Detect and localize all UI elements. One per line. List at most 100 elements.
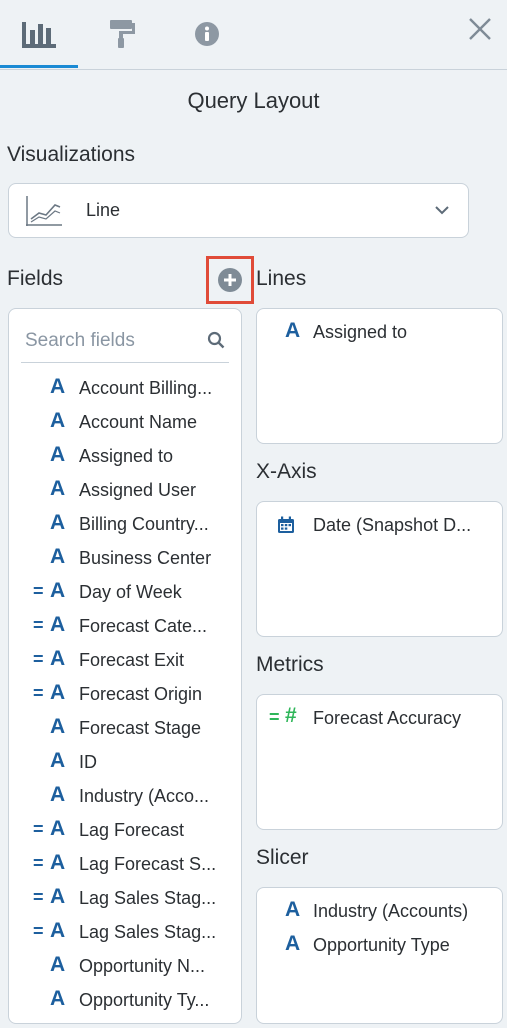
field-label: Forecast Stage <box>79 717 202 738</box>
fields-panel: A Account Billing... A Account Name A Assigne… <box>8 308 242 1024</box>
field-label: Lag Sales Stag... <box>79 921 217 942</box>
lines-drop-zone[interactable]: A Assigned to <box>256 308 503 444</box>
field-list-item[interactable]: = A Forecast Cate... <box>9 609 241 643</box>
text-type-icon: A <box>50 647 66 670</box>
metrics-label: Metrics <box>256 653 324 676</box>
field-label: Billing Country... <box>79 513 209 534</box>
calculated-icon: = <box>269 707 280 727</box>
calculated-icon: = <box>33 853 44 873</box>
panel-tab-bar <box>0 0 507 70</box>
field-label: Business Center <box>79 547 212 568</box>
search-icon[interactable] <box>207 331 225 349</box>
lines-zone-item[interactable]: A Assigned to <box>257 317 504 347</box>
field-list-item[interactable]: A Account Billing... <box>9 371 241 405</box>
field-list-item[interactable]: = A Forecast Exit <box>9 643 241 677</box>
calculated-icon: = <box>33 887 44 907</box>
zone-item-label: Opportunity Type <box>313 934 450 955</box>
field-list-item[interactable]: = A Lag Sales Stag... <box>9 915 241 949</box>
zone-item-label: Forecast Accuracy <box>313 707 462 728</box>
field-list: A Account Billing... A Account Name A Assigne… <box>9 371 241 1017</box>
x-axis-label: X-Axis <box>256 460 317 483</box>
text-type-icon: A <box>50 613 66 636</box>
bar-chart-icon <box>22 22 56 48</box>
calculated-icon: = <box>33 581 44 601</box>
field-label: Day of Week <box>79 581 182 602</box>
field-list-item[interactable]: A Forecast Stage <box>9 711 241 745</box>
plus-circle-icon <box>218 268 242 292</box>
slicer-drop-zone[interactable]: A Industry (Accounts) A Opportunity Type <box>256 887 503 1024</box>
field-list-item[interactable]: = A Lag Forecast S... <box>9 847 241 881</box>
calculated-icon: = <box>33 683 44 703</box>
info-icon <box>195 22 219 46</box>
page-title: Query Layout <box>187 88 320 113</box>
lines-label: Lines <box>256 267 307 290</box>
field-list-item[interactable]: A Billing Country... <box>9 507 241 541</box>
field-label: ID <box>79 751 97 772</box>
field-list-item[interactable]: = A Lag Forecast <box>9 813 241 847</box>
text-type-icon: A <box>50 749 66 772</box>
slicer-zone-item[interactable]: A Industry (Accounts) <box>257 896 504 926</box>
calculated-icon: = <box>33 649 44 669</box>
text-type-icon: A <box>50 783 66 806</box>
close-button[interactable] <box>465 14 495 44</box>
field-list-item[interactable]: A ID <box>9 745 241 779</box>
visualization-select[interactable]: Line <box>8 183 469 238</box>
field-label: Opportunity Ty... <box>79 989 210 1010</box>
slicer-label: Slicer <box>256 846 309 869</box>
text-type-icon: A <box>50 477 66 500</box>
field-label: Assigned User <box>79 479 197 500</box>
fields-label: Fields <box>7 267 64 290</box>
search-input[interactable] <box>21 329 191 352</box>
text-type-icon: A <box>50 953 66 976</box>
field-list-item[interactable]: A Industry (Acco... <box>9 779 241 813</box>
visualization-selected-label: Line <box>86 200 121 220</box>
text-type-icon: A <box>50 409 66 432</box>
x-axis-drop-zone[interactable]: Date (Snapshot D... <box>256 501 503 637</box>
field-list-item[interactable]: A Opportunity N... <box>9 949 241 983</box>
add-calculated-field-button[interactable] <box>206 256 254 304</box>
tab-visualization[interactable] <box>0 0 78 68</box>
calculated-icon: = <box>33 615 44 635</box>
field-list-item[interactable]: = A Forecast Origin <box>9 677 241 711</box>
text-type-icon: A <box>50 715 66 738</box>
calculated-icon: = <box>33 819 44 839</box>
field-label: Industry (Acco... <box>79 785 210 806</box>
text-type-icon: A <box>50 443 66 466</box>
text-type-icon: A <box>285 319 301 342</box>
paint-roller-icon <box>110 20 135 48</box>
x-axis-zone-item[interactable]: Date (Snapshot D... <box>257 510 504 540</box>
slicer-zone-item[interactable]: A Opportunity Type <box>257 930 504 960</box>
field-list-item[interactable]: A Opportunity Ty... <box>9 983 241 1017</box>
metrics-zone-item[interactable]: = # Forecast Accuracy <box>257 703 504 733</box>
text-type-icon: A <box>50 579 66 602</box>
calculated-icon: = <box>33 921 44 941</box>
field-label: Opportunity N... <box>79 955 206 976</box>
search-box <box>21 319 229 363</box>
numeric-type-icon: # <box>285 704 297 727</box>
metrics-drop-zone[interactable]: = # Forecast Accuracy <box>256 694 503 830</box>
field-label: Lag Forecast S... <box>79 853 217 874</box>
field-label: Lag Forecast <box>79 819 185 840</box>
tab-format[interactable] <box>84 0 162 68</box>
field-label: Assigned to <box>79 445 174 466</box>
text-type-icon: A <box>285 932 301 955</box>
field-label: Lag Sales Stag... <box>79 887 217 908</box>
text-type-icon: A <box>50 987 66 1010</box>
field-list-item[interactable]: = A Lag Sales Stag... <box>9 881 241 915</box>
field-label: Account Name <box>79 411 198 432</box>
field-label: Forecast Origin <box>79 683 203 704</box>
field-list-item[interactable]: A Assigned to <box>9 439 241 473</box>
zone-item-label: Assigned to <box>313 321 408 342</box>
zone-item-label: Date (Snapshot D... <box>313 514 472 535</box>
field-list-item[interactable]: A Business Center <box>9 541 241 575</box>
field-label: Forecast Cate... <box>79 615 208 636</box>
text-type-icon: A <box>50 817 66 840</box>
text-type-icon: A <box>50 851 66 874</box>
field-list-item[interactable]: A Assigned User <box>9 473 241 507</box>
zone-item-label: Industry (Accounts) <box>313 900 469 921</box>
field-list-item[interactable]: A Account Name <box>9 405 241 439</box>
tab-info[interactable] <box>168 0 246 68</box>
text-type-icon: A <box>50 375 66 398</box>
active-tab-indicator <box>0 65 78 68</box>
field-list-item[interactable]: = A Day of Week <box>9 575 241 609</box>
